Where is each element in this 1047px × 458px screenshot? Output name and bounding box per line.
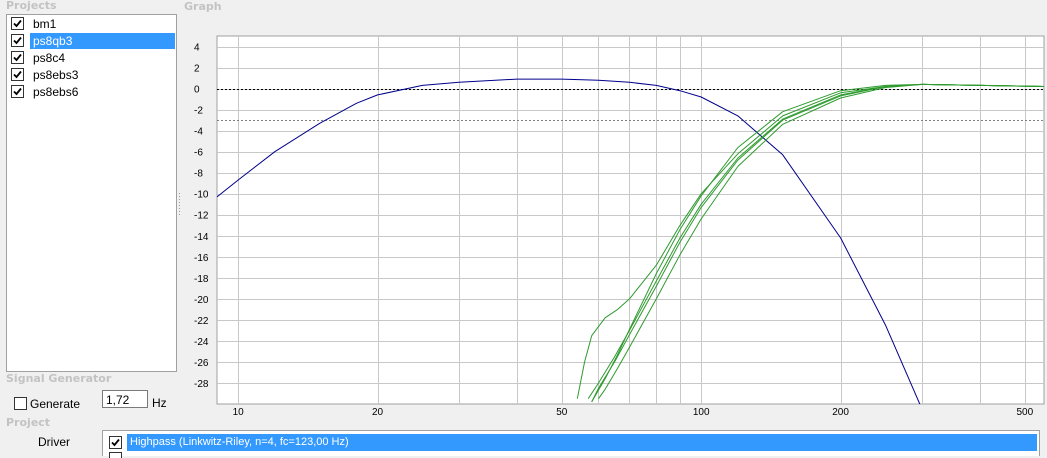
frequency-unit-label: Hz [152, 396, 167, 410]
y-tick-label: -14 [194, 232, 209, 243]
y-tick-label: -22 [194, 316, 209, 327]
y-tick-label: -18 [194, 274, 209, 285]
project-checkbox[interactable] [11, 68, 24, 81]
x-tick-label: 500 [1016, 407, 1033, 418]
x-tick-label: 50 [556, 407, 568, 418]
y-tick-label: -2 [194, 106, 203, 117]
project-label: ps8ebs6 [33, 85, 79, 99]
project-section-title: Project [6, 416, 51, 429]
project-item-bm1[interactable]: bm1 [11, 16, 175, 32]
project-checkbox[interactable] [11, 34, 24, 47]
graph-section-title: Graph [184, 0, 222, 13]
filter-label: Highpass (Linkwitz-Riley, n=4, fc=123,00… [127, 434, 1037, 451]
graph-panel[interactable]: 4 2 0 -2 -4 -6 -8 -10 -12 -14 -16 -18 -20 -22 -24 -26 -2… [184, 14, 1047, 418]
y-tick-label: -26 [194, 358, 209, 369]
filter-list[interactable]: Highpass (Linkwitz-Riley, n=4, fc=123,00… [102, 430, 1040, 458]
project-label: ps8c4 [33, 51, 66, 65]
y-tick-label: -8 [194, 169, 203, 180]
project-item-ps8qb3[interactable]: ps8qb3 [11, 33, 175, 49]
y-tick-label: 4 [194, 43, 200, 54]
filter-item-next[interactable] [105, 452, 1037, 458]
projects-list[interactable]: bm1 ps8qb3 ps8c4 ps8ebs3 ps8ebs6 [6, 14, 177, 372]
x-tick-label: 200 [832, 407, 849, 418]
y-tick-label: -28 [194, 379, 209, 390]
x-tick-label: 10 [233, 407, 245, 418]
project-checkbox[interactable] [11, 85, 24, 98]
y-tick-label: -24 [194, 337, 209, 348]
y-tick-label: 2 [194, 64, 200, 75]
x-tick-label: 100 [693, 407, 710, 418]
driver-label: Driver [38, 435, 70, 449]
signal-generator-title: Signal Generator [6, 372, 112, 385]
generate-label: Generate [30, 397, 81, 411]
y-tick-label: 0 [194, 85, 200, 96]
frequency-response-chart[interactable]: 420-2-4-6-8-10-12-14-16-18-20-22-24-26-2… [184, 14, 1047, 418]
project-checkbox[interactable] [11, 51, 24, 64]
project-label: ps8ebs3 [33, 68, 79, 82]
project-checkbox[interactable] [11, 17, 24, 30]
project-item-ps8ebs3[interactable]: ps8ebs3 [11, 67, 175, 83]
y-tick-label: -10 [194, 190, 209, 201]
y-tick-label: -12 [194, 211, 209, 222]
splitter-grip[interactable] [178, 193, 181, 217]
frequency-input[interactable]: 1,72 [102, 390, 148, 408]
y-tick-label: -6 [194, 148, 203, 159]
x-tick-label: 20 [372, 407, 384, 418]
project-item-ps8ebs6[interactable]: ps8ebs6 [11, 84, 175, 100]
y-tick-label: -20 [194, 295, 209, 306]
project-label: ps8qb3 [30, 33, 175, 49]
filter-item-highpass[interactable]: Highpass (Linkwitz-Riley, n=4, fc=123,00… [105, 434, 1037, 451]
projects-section-title: Projects [6, 0, 57, 12]
generate-checkbox[interactable] [14, 397, 27, 410]
project-item-ps8c4[interactable]: ps8c4 [11, 50, 175, 66]
project-label: bm1 [33, 17, 57, 31]
y-tick-label: -16 [194, 253, 209, 264]
y-tick-label: -4 [194, 127, 203, 138]
plot-area [216, 35, 1045, 405]
filter-checkbox[interactable] [109, 436, 122, 449]
filter-checkbox[interactable] [109, 452, 122, 458]
